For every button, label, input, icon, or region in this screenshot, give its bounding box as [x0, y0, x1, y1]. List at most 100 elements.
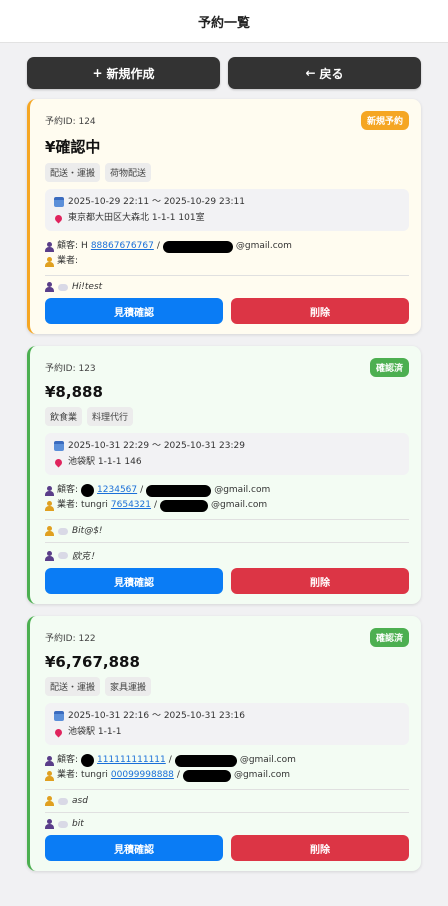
redacted-name: [81, 484, 95, 497]
message-text: Bit@$!: [72, 526, 103, 536]
address: 池袋駅 1-1-1: [68, 727, 122, 737]
email-domain: @gmail.com: [235, 241, 292, 251]
message-item: Bit@$!: [45, 520, 409, 542]
category-tags: 配送・運搬 家具運搬: [45, 677, 409, 696]
message-text: asd: [72, 796, 88, 806]
calendar-icon: [53, 441, 64, 452]
vendor-icon: [45, 256, 54, 267]
email-domain: @gmail.com: [239, 755, 296, 765]
separator: /: [156, 241, 160, 251]
vendor-row: 業者:: [45, 254, 409, 269]
new-reservation-label: 新規作成: [106, 66, 155, 81]
address: 東京都大田区大森北 1-1-1 101室: [68, 213, 205, 223]
address: 池袋駅 1-1-1 146: [68, 457, 142, 467]
view-quote-button[interactable]: 見積確認: [45, 568, 223, 594]
view-quote-button[interactable]: 見積確認: [45, 835, 223, 861]
datetime-range: 2025-10-29 22:11 〜 2025-10-29 23:11: [68, 197, 245, 207]
reservation-card: 予約ID: 122 確認済 ¥6,767,888 配送・運搬 家具運搬 2025…: [27, 616, 421, 871]
page-title: 予約一覧: [197, 15, 250, 31]
price: ¥8,888: [45, 383, 103, 401]
location-pin-icon: [53, 213, 64, 224]
subcategory-tag: 家具運搬: [105, 677, 152, 696]
redacted-email: [146, 484, 212, 497]
back-button[interactable]: ← 戻る: [228, 57, 421, 89]
speech-bubble-icon: [58, 527, 68, 535]
customer-phone-link[interactable]: 111111111111: [97, 753, 166, 768]
vendor-phone-link[interactable]: 7654321: [111, 498, 151, 513]
plus-icon: +: [92, 66, 103, 80]
speech-bubble-icon: [58, 797, 68, 805]
reservation-list: 予約ID: 124 新規予約 ¥確認中 配送・運搬 荷物配送 2025-10-2…: [0, 89, 448, 871]
customer-phone-link[interactable]: 1234567: [97, 483, 137, 498]
calendar-icon: [53, 197, 64, 208]
redacted-email: [182, 769, 231, 782]
category-tag: 配送・運搬: [45, 163, 101, 182]
customer-icon: [45, 485, 54, 496]
speech-bubble-icon: [58, 552, 68, 559]
customer-label: 顧客:: [57, 485, 79, 495]
view-quote-button[interactable]: 見積確認: [45, 298, 223, 324]
reservation-id: 予約ID: 122: [45, 634, 96, 644]
message-item: asd: [45, 790, 409, 812]
delete-button[interactable]: 削除: [231, 298, 409, 324]
speech-bubble-icon: [58, 820, 68, 828]
message-text: bit: [72, 819, 84, 829]
vendor-icon: [45, 796, 54, 806]
message-item: 欧克！: [45, 543, 409, 568]
reservation-card: 予約ID: 124 新規予約 ¥確認中 配送・運搬 荷物配送 2025-10-2…: [27, 99, 421, 334]
email-domain: @gmail.com: [214, 485, 271, 495]
delete-button[interactable]: 削除: [231, 835, 409, 861]
vendor-name: tungri: [81, 770, 108, 780]
vendor-row: 業者: tungri 00099998888 / @gmail.com: [45, 768, 409, 783]
customer-row: 顧客: 111111111111 / @gmail.com: [45, 753, 409, 768]
vendor-row: 業者: tungri 7654321 / @gmail.com: [45, 498, 409, 513]
customer-icon: [45, 282, 54, 292]
people-info: 顧客: 1234567 / @gmail.com 業者: tungri 7654…: [45, 483, 409, 513]
customer-name: H: [81, 241, 88, 251]
separator: /: [176, 770, 180, 780]
customer-icon: [45, 755, 54, 766]
arrow-left-icon: ←: [305, 66, 316, 80]
customer-icon: [45, 550, 54, 561]
vendor-icon: [45, 500, 54, 511]
price: ¥6,767,888: [45, 653, 140, 671]
vendor-icon: [45, 770, 54, 781]
status-badge: 新規予約: [360, 111, 409, 130]
delete-button[interactable]: 削除: [231, 568, 409, 594]
category-tags: 配送・運搬 荷物配送: [45, 163, 409, 182]
customer-row: 顧客: H 88867676767 / @gmail.com: [45, 239, 409, 254]
redacted-email: [162, 240, 233, 253]
category-tags: 飲食業 料理代行: [45, 407, 409, 426]
page-header: 予約一覧: [0, 0, 448, 43]
location-pin-icon: [53, 457, 64, 468]
redacted-name: [81, 754, 95, 767]
subcategory-tag: 荷物配送: [105, 163, 152, 182]
message-item: bit: [45, 813, 409, 835]
message-text: 欧克！: [72, 552, 100, 562]
people-info: 顧客: H 88867676767 / @gmail.com 業者:: [45, 239, 409, 269]
separator: /: [168, 755, 172, 765]
schedule-box: 2025-10-29 22:11 〜 2025-10-29 23:11 東京都大…: [45, 189, 409, 231]
location-pin-icon: [53, 727, 64, 738]
action-bar: + 新規作成 ← 戻る: [0, 43, 448, 89]
vendor-phone-link[interactable]: 00099998888: [111, 768, 174, 783]
speech-bubble-icon: [58, 283, 68, 291]
vendor-label: 業者:: [57, 256, 79, 266]
customer-row: 顧客: 1234567 / @gmail.com: [45, 483, 409, 498]
email-domain: @gmail.com: [211, 500, 268, 510]
separator: /: [154, 500, 158, 510]
vendor-label: 業者:: [57, 770, 79, 780]
schedule-box: 2025-10-31 22:16 〜 2025-10-31 23:16 池袋駅 …: [45, 703, 409, 745]
vendor-name: tungri: [81, 500, 108, 510]
new-reservation-button[interactable]: + 新規作成: [27, 57, 220, 89]
datetime-range: 2025-10-31 22:16 〜 2025-10-31 23:16: [68, 711, 245, 721]
reservation-id: 予約ID: 123: [45, 364, 96, 374]
email-domain: @gmail.com: [233, 770, 291, 780]
status-badge: 確認済: [369, 628, 409, 647]
redacted-email: [160, 499, 209, 512]
customer-phone-link[interactable]: 88867676767: [91, 239, 154, 254]
datetime-range: 2025-10-31 22:29 〜 2025-10-31 23:29: [68, 441, 245, 451]
customer-icon: [45, 241, 54, 252]
category-tag: 飲食業: [45, 407, 83, 426]
separator: /: [140, 485, 144, 495]
